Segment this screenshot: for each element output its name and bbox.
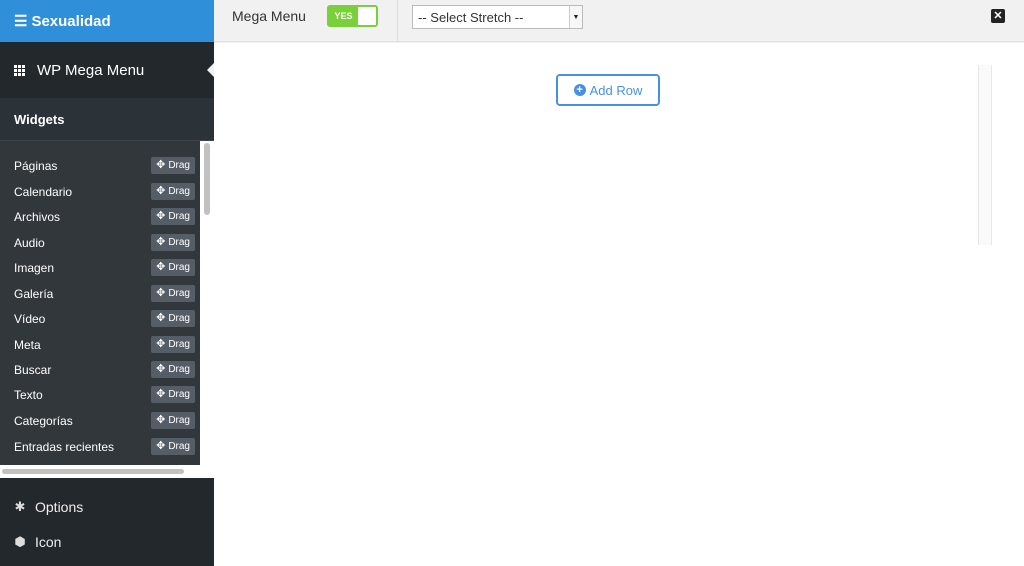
widget-item[interactable]: Páginas ✥ Drag	[0, 153, 200, 178]
widget-item[interactable]: Vídeo ✥ Drag	[0, 306, 200, 331]
drag-button[interactable]: ✥ Drag	[151, 157, 195, 174]
horizontal-scrollbar[interactable]	[0, 465, 214, 478]
widget-item[interactable]: Texto ✥ Drag	[0, 382, 200, 407]
move-icon: ✥	[156, 338, 166, 350]
drag-label: Drag	[168, 364, 190, 375]
panel-title-tab[interactable]: WP Mega Menu	[0, 42, 214, 98]
widget-item[interactable]: Buscar ✥ Drag	[0, 357, 200, 382]
move-icon: ✥	[156, 159, 166, 171]
scrollbar-thumb[interactable]	[204, 143, 210, 215]
widget-label: Galería	[14, 286, 54, 301]
widget-label: Vídeo	[14, 311, 46, 326]
scrollbar-thumb[interactable]	[2, 469, 184, 474]
widget-label: Texto	[14, 387, 43, 402]
chevron-down-icon: ▼	[569, 6, 582, 28]
widget-label: Calendario	[14, 184, 73, 199]
stretch-select-value: -- Select Stretch --	[418, 9, 524, 25]
move-icon: ✥	[156, 312, 166, 324]
widget-label: Imagen	[14, 260, 55, 275]
widget-item[interactable]: Audio ✥ Drag	[0, 230, 200, 255]
nav-item-icon[interactable]: ⬢ Icon	[0, 525, 214, 559]
widget-item[interactable]: Categorías ✥ Drag	[0, 408, 200, 433]
mega-menu-label: Mega Menu	[232, 8, 306, 24]
drag-button[interactable]: ✥ Drag	[151, 259, 195, 276]
move-icon: ✥	[156, 363, 166, 375]
widget-item[interactable]: Calendario ✥ Drag	[0, 179, 200, 204]
add-row-label: Add Row	[589, 82, 643, 98]
menu-title: Sexualidad	[31, 12, 111, 30]
drag-label: Drag	[168, 211, 190, 222]
move-icon: ✥	[156, 210, 166, 222]
cube-icon: ⬢	[14, 534, 26, 549]
grid-icon	[14, 64, 27, 76]
move-icon: ✥	[156, 414, 166, 426]
mega-menu-toggle[interactable]: YES	[327, 5, 378, 27]
drag-label: Drag	[168, 288, 190, 299]
drag-label: Drag	[168, 186, 190, 197]
drag-button[interactable]: ✥ Drag	[151, 234, 195, 251]
move-icon: ✥	[156, 261, 166, 273]
move-icon: ✥	[156, 388, 166, 400]
panel-title: WP Mega Menu	[37, 61, 145, 79]
drag-label: Drag	[168, 441, 190, 452]
add-row-button[interactable]: + Add Row	[556, 74, 660, 106]
widget-label: Páginas	[14, 158, 58, 173]
vertical-scrollbar[interactable]	[200, 141, 214, 468]
widget-list: Páginas ✥ Drag Calendario ✥ Drag Archivos …	[0, 141, 214, 468]
widget-item[interactable]: Entradas recientes ✥ Drag	[0, 434, 200, 459]
drag-button[interactable]: ✥ Drag	[151, 386, 195, 403]
widget-label: Archivos	[14, 209, 61, 224]
menu-header[interactable]: ☰ Sexualidad	[0, 0, 214, 42]
move-icon: ✥	[156, 440, 166, 452]
nav-item-options[interactable]: ✱ Options	[0, 490, 214, 524]
widget-label: Audio	[14, 235, 45, 250]
widget-label: Meta	[14, 337, 41, 352]
widget-item[interactable]: Archivos ✥ Drag	[0, 204, 200, 229]
builder-area: + Add Row	[214, 43, 1024, 566]
widget-item[interactable]: Imagen ✥ Drag	[0, 255, 200, 280]
drag-label: Drag	[168, 415, 190, 426]
sidebar: ☰ Sexualidad WP Mega Menu Widgets Página…	[0, 0, 214, 566]
nav-label: Options	[35, 499, 84, 515]
toggle-knob	[358, 7, 376, 25]
drag-label: Drag	[168, 339, 190, 350]
column-strip	[978, 65, 992, 245]
widget-label: Entradas recientes	[14, 439, 115, 454]
topbar: Mega Menu YES -- Select Stretch -- ▼ ✕	[214, 0, 1024, 42]
drag-button[interactable]: ✥ Drag	[151, 438, 195, 455]
drag-label: Drag	[168, 389, 190, 400]
move-icon: ✥	[156, 236, 166, 248]
drag-button[interactable]: ✥ Drag	[151, 412, 195, 429]
plus-circle-icon: +	[573, 84, 586, 96]
widgets-heading: Widgets	[0, 98, 214, 141]
divider	[397, 0, 398, 42]
stretch-select[interactable]: -- Select Stretch -- ▼	[412, 5, 583, 29]
drag-button[interactable]: ✥ Drag	[151, 208, 195, 225]
widget-item[interactable]: Meta ✥ Drag	[0, 332, 200, 357]
close-button[interactable]: ✕	[991, 9, 1005, 23]
drag-label: Drag	[168, 262, 190, 273]
widget-label: Buscar	[14, 362, 52, 377]
drag-button[interactable]: ✥ Drag	[151, 285, 195, 302]
close-icon: ✕	[993, 9, 1003, 22]
widget-item[interactable]: Galería ✥ Drag	[0, 281, 200, 306]
active-indicator	[207, 63, 214, 77]
move-icon: ✥	[156, 185, 166, 197]
menu-bars-icon: ☰	[14, 13, 28, 30]
gear-icon: ✱	[14, 499, 26, 514]
drag-button[interactable]: ✥ Drag	[151, 361, 195, 378]
move-icon: ✥	[156, 287, 166, 299]
drag-button[interactable]: ✥ Drag	[151, 183, 195, 200]
drag-label: Drag	[168, 160, 190, 171]
widget-label: Categorías	[14, 413, 73, 428]
toggle-on-label: YES	[329, 7, 358, 25]
drag-label: Drag	[168, 313, 190, 324]
drag-button[interactable]: ✥ Drag	[151, 336, 195, 353]
nav-label: Icon	[35, 534, 62, 550]
drag-button[interactable]: ✥ Drag	[151, 310, 195, 327]
drag-label: Drag	[168, 237, 190, 248]
